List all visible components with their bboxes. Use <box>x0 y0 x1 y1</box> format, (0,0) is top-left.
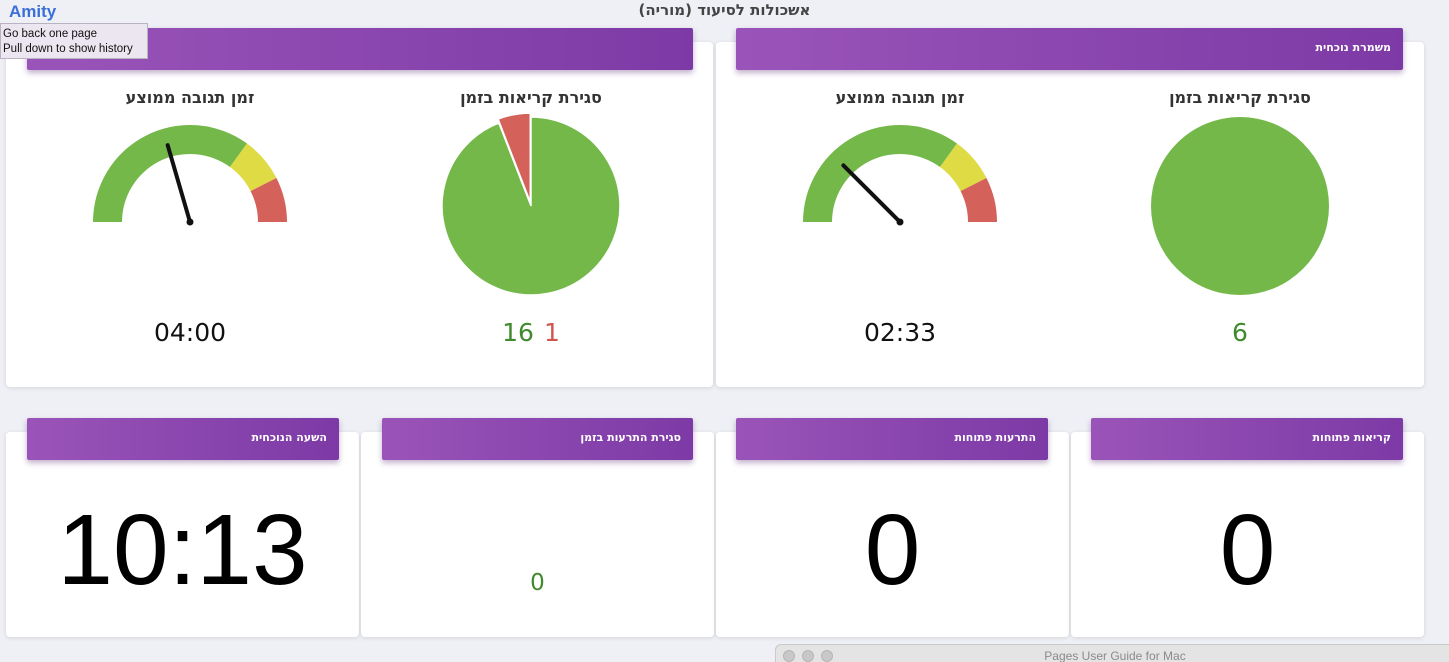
gauge-value: 04:00 <box>153 318 227 347</box>
pie-chart-right <box>1151 117 1329 295</box>
open-calls-value: 0 <box>1219 494 1276 606</box>
page-title: אשכולות לסיעוד (מוריה) <box>638 1 811 19</box>
gauge-title: זמן תגובה ממוצע <box>835 88 965 107</box>
card-alerts-closed-on-time <box>361 432 714 637</box>
gauge-needle-hub <box>186 218 194 226</box>
card-header: קריאות פתוחות <box>1091 418 1403 460</box>
current-time-value: 10:13 <box>57 494 308 606</box>
on-time-count: 6 <box>1232 318 1248 347</box>
card-header: סגירת התרעות בזמן <box>382 418 693 460</box>
pie-slice <box>1151 117 1329 295</box>
tooltip-line: Pull down to show history <box>3 43 133 55</box>
late-count: 1 <box>543 318 560 347</box>
gauge-needle <box>841 163 902 224</box>
alerts-closed-on-time-value: 0 <box>530 570 545 596</box>
back-tooltip: Go back one page Pull down to show histo… <box>0 23 148 59</box>
gauge-value: 02:33 <box>863 318 937 347</box>
tooltip-line: Go back one page <box>3 28 97 40</box>
pie-counts: 6 <box>1140 318 1340 347</box>
gauge-needle-hub <box>896 218 904 226</box>
pie-counts: 16 1 <box>431 318 631 347</box>
gauge-title: זמן תגובה ממוצע <box>125 88 255 107</box>
pie-title: סגירת קריאות בזמן <box>460 88 602 107</box>
window-title: Pages User Guide for Mac <box>1044 649 1186 662</box>
card-header: התרעות פתוחות <box>736 418 1048 460</box>
gauge-chart-right <box>803 125 997 226</box>
panel-header: משמרת נוכחית <box>736 28 1403 70</box>
gauge-needle <box>165 143 192 224</box>
gauge-band <box>803 125 958 222</box>
card-header: השעה הנוכחית <box>27 418 339 460</box>
on-time-count: 16 <box>502 318 534 347</box>
pie-title: סגירת קריאות בזמן <box>1169 88 1311 107</box>
open-alerts-value: 0 <box>864 494 921 606</box>
gauge-band <box>93 125 248 222</box>
background-window[interactable]: Pages User Guide for Mac <box>775 644 1449 662</box>
gauge-chart-left <box>93 125 287 226</box>
pie-chart-left <box>441 112 621 296</box>
